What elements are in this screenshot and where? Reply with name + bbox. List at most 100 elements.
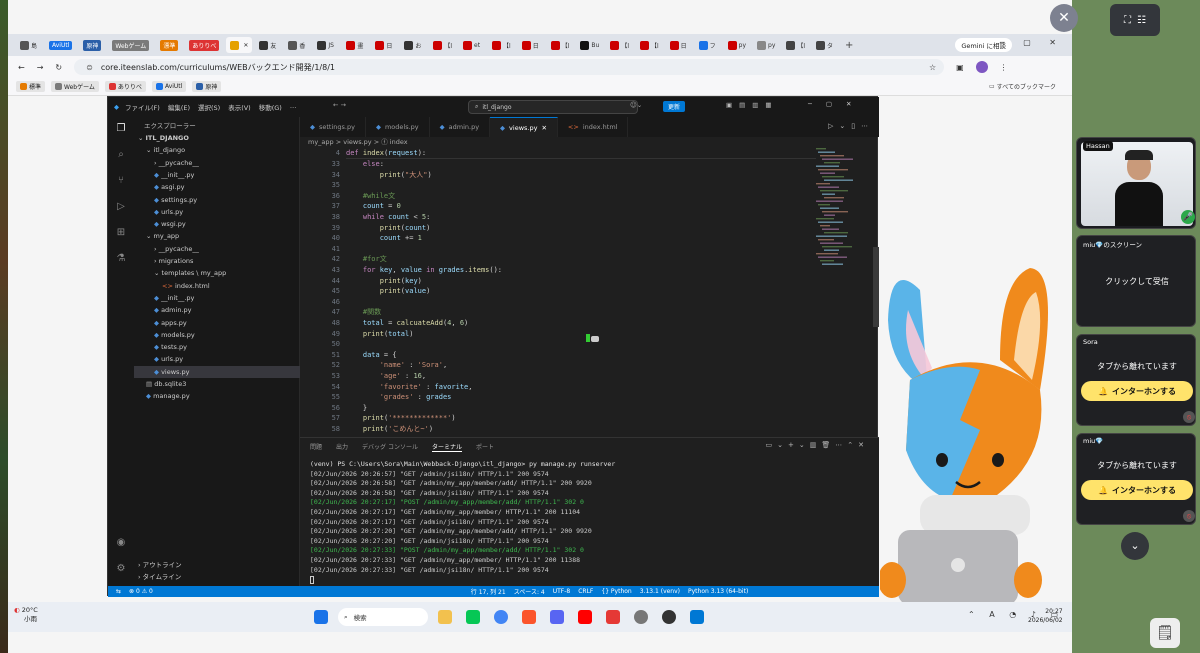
browser-tab[interactable]: JS — [313, 37, 339, 53]
scroll-down-button[interactable]: ⌄ — [1121, 532, 1149, 560]
tab-close-icon[interactable]: ✕ — [243, 42, 248, 49]
miu-tile[interactable]: miu💎 タブから離れています 🔔 インターホンする ⦸ — [1076, 433, 1196, 525]
browser-tab[interactable]: et — [459, 37, 485, 53]
click-to-receive[interactable]: クリックして受信 — [1077, 276, 1197, 287]
bookmark-item[interactable]: 標準 — [16, 81, 46, 92]
browser-tab[interactable]: 【l — [782, 37, 809, 53]
tree-item[interactable]: ◆ apps.py — [154, 317, 187, 329]
tree-item[interactable]: ◆ settings.py — [154, 194, 197, 206]
browser-tab[interactable]: Webゲーム — [108, 37, 153, 53]
tree-item[interactable]: ◆ manage.py — [146, 390, 190, 402]
tree-item[interactable]: ◆ tests.py — [154, 341, 187, 353]
panel-tab[interactable]: 問題 — [310, 442, 322, 452]
browser-tab[interactable]: AviUtl — [45, 37, 76, 53]
profile-avatar[interactable] — [975, 61, 988, 73]
app-icon[interactable] — [606, 610, 620, 624]
tree-item[interactable]: ◆ models.py — [154, 329, 195, 341]
editor-tab[interactable]: ◆ admin.py — [430, 117, 491, 137]
tree-item[interactable]: › __pycache__ — [154, 243, 199, 255]
tree-item[interactable]: ◆ admin.py — [154, 304, 191, 316]
tree-item[interactable]: › __pycache__ — [154, 157, 199, 169]
start-icon[interactable] — [314, 610, 328, 624]
status-item[interactable]: 行 17, 列 21 — [471, 587, 506, 596]
menu-item[interactable]: 編集(E) — [168, 102, 190, 112]
browser-tab[interactable]: py — [753, 37, 779, 53]
browser-tab[interactable]: ありりべ — [185, 37, 223, 53]
editor-tab[interactable]: ◆ settings.py — [300, 117, 366, 137]
browser-tab[interactable]: 島 — [16, 37, 42, 53]
search-view-icon[interactable]: ⌕ — [115, 149, 127, 161]
menu-item[interactable]: 移動(G) — [259, 102, 282, 112]
update-button[interactable]: 更新 — [663, 101, 686, 112]
editor-tab[interactable]: ◆ views.py ✕ — [490, 117, 558, 137]
menu-icon[interactable]: ⋮ — [1000, 63, 1008, 72]
run-debug-icon[interactable]: ▷ — [115, 201, 127, 213]
tree-item[interactable]: ◆ __init__.py — [154, 169, 194, 181]
tree-item[interactable]: ◆ urls.py — [154, 206, 183, 218]
bookmark-item[interactable]: AviUtl — [151, 81, 187, 92]
status-item[interactable]: UTF-8 — [553, 588, 571, 595]
extensions-view-icon[interactable]: ⊞ — [115, 227, 127, 239]
tab-close-icon[interactable]: ✕ — [541, 124, 546, 132]
panel-tab[interactable]: ターミナル — [431, 442, 462, 452]
vscode-taskbar-icon[interactable] — [690, 610, 704, 624]
account-icon[interactable]: ◉ — [115, 537, 127, 549]
breadcrumb[interactable]: my_app > views.py > ⓕ index — [300, 137, 879, 148]
browser-tab[interactable]: 日 — [666, 37, 692, 53]
youtube-icon[interactable] — [578, 610, 592, 624]
menu-item[interactable]: 表示(V) — [228, 102, 251, 112]
hassan-video-tile[interactable]: Hassan 🎤 — [1076, 137, 1196, 229]
miu-screen-tile[interactable]: miu💎のスクリーン クリックして受信 — [1076, 235, 1196, 327]
browser-tab[interactable]: タ — [812, 37, 838, 53]
status-item[interactable]: {} Python — [601, 588, 631, 595]
tree-item[interactable]: <> index.html — [162, 280, 210, 292]
browser-tab[interactable]: 友 — [255, 37, 281, 53]
bookmark-star-icon[interactable]: ☆ — [929, 63, 936, 72]
browser-tab[interactable]: 日 — [518, 37, 544, 53]
tree-item[interactable]: ▤ db.sqlite3 — [146, 378, 186, 390]
browser-tab[interactable]: 漂準 — [156, 37, 182, 53]
browser-tab[interactable]: 【l — [636, 37, 663, 53]
file-explorer-icon[interactable] — [438, 610, 452, 624]
menu-item[interactable]: ファイル(F) — [125, 102, 160, 112]
status-item[interactable]: 3.13.1 (venv) — [640, 588, 680, 595]
browser-tab[interactable]: 畫 — [342, 37, 368, 53]
forward-icon[interactable]: → — [37, 63, 44, 72]
editor-tab[interactable]: <> index.html — [558, 117, 629, 137]
window-controls-vscode[interactable]: ─▢✕ — [808, 100, 866, 108]
editor-actions[interactable]: ▷⌄▯⋯ — [828, 122, 874, 130]
tree-item[interactable]: ⌄ ITL_DJANGO — [138, 132, 189, 144]
browser-tab[interactable]: Bu — [576, 37, 603, 53]
taskbar-search[interactable]: ⌕ 検索 — [338, 608, 428, 626]
tree-item[interactable]: › migrations — [154, 255, 193, 267]
browser-tab[interactable]: 日 — [371, 37, 397, 53]
panel-tab[interactable]: 出力 — [336, 442, 348, 452]
command-center[interactable]: ⌕ itl_django — [468, 100, 638, 114]
browser-tab[interactable]: ✕ — [226, 37, 253, 53]
all-bookmarks[interactable]: ▭ すべてのブックマーク — [985, 81, 1060, 92]
panel-actions[interactable]: ▭⌄+⌄▥🗑⋯⌃✕ — [766, 441, 869, 449]
minimap[interactable] — [816, 148, 866, 288]
bookmark-item[interactable]: Webゲーム — [51, 81, 99, 92]
notes-button[interactable]: 🗒 — [1150, 618, 1180, 648]
tree-item[interactable]: ◆ views.py — [134, 365, 300, 378]
browser-tab[interactable]: 【l — [606, 37, 633, 53]
browser-tab[interactable]: 【l — [429, 37, 456, 53]
clock[interactable]: 20:27 2026/06/02 — [1028, 607, 1063, 625]
menu-item[interactable]: 選択(S) — [198, 102, 220, 112]
editor-tab[interactable]: ◆ models.py — [366, 117, 430, 137]
close-button[interactable]: ✕ — [1050, 4, 1078, 32]
timeline-section[interactable]: › タイムライン — [138, 571, 181, 583]
outline-section[interactable]: › アウトライン — [138, 559, 182, 571]
copilot-icon[interactable]: ☺⌄ — [630, 101, 642, 109]
sora-tile[interactable]: Sora タブから離れています 🔔 インターホンする ⦸ — [1076, 334, 1196, 426]
sora-intercom-button[interactable]: 🔔 インターホンする — [1081, 381, 1193, 401]
terminal-output[interactable]: (venv) PS C:\Users\Sora\Main\Webback-Dja… — [310, 460, 870, 575]
layout-icons[interactable]: ▣▤▥▦ — [726, 101, 779, 109]
panel-tab[interactable]: ポート — [476, 442, 494, 452]
editor-scrollbar[interactable] — [873, 247, 879, 327]
brave-icon[interactable] — [522, 610, 536, 624]
url-field[interactable]: ⊜ core.iteenslab.com/curriculums/WEBバックエ… — [74, 59, 945, 75]
browser-tab[interactable]: 香 — [284, 37, 310, 53]
explorer-icon[interactable]: ❐ — [115, 123, 127, 135]
